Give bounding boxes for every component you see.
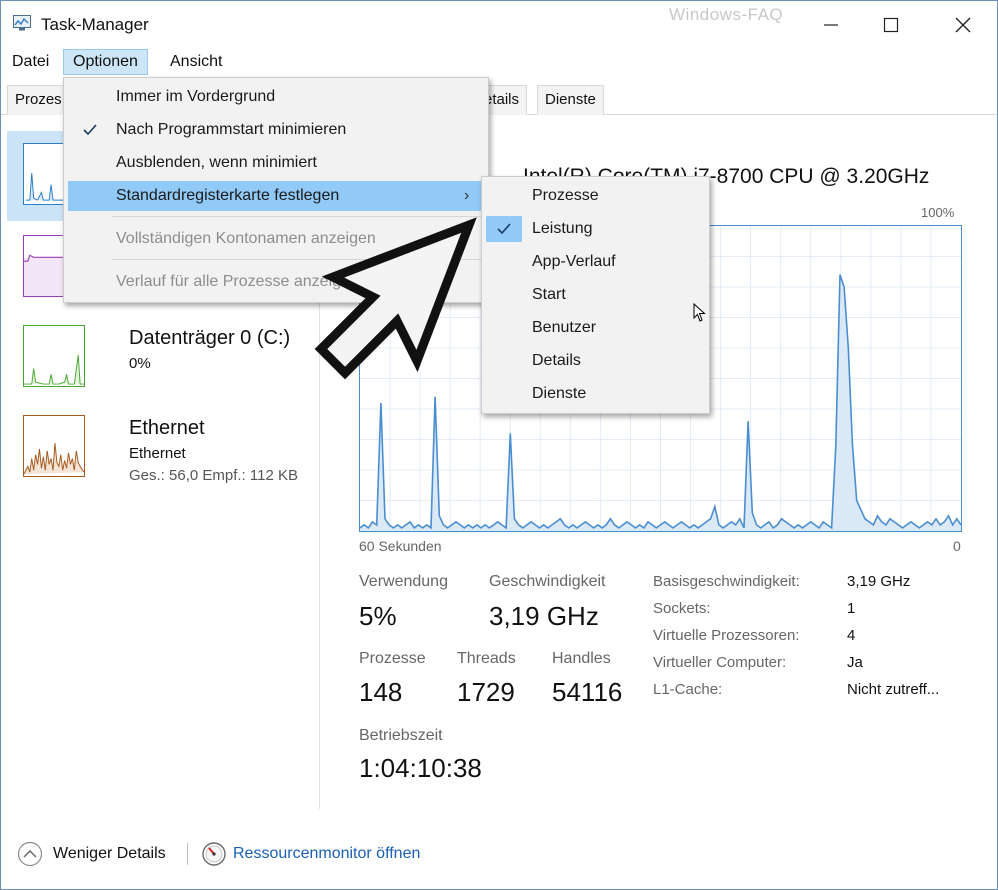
submenu-item-label: Details (532, 352, 581, 369)
chevron-right-icon: › (464, 187, 470, 204)
info-label-virtual-processors: Virtuelle Prozessoren: (653, 627, 800, 644)
menu-ansicht[interactable]: Ansicht (161, 49, 231, 75)
menu-item-label: Ausblenden, wenn minimiert (116, 154, 317, 171)
submenu-item-details[interactable]: Details (486, 346, 707, 376)
usage-label: Verwendung (359, 573, 448, 590)
menu-item-always-on-top[interactable]: Immer im Vordergrund (68, 82, 484, 112)
footer-divider (187, 843, 188, 865)
submenu-item-users[interactable]: Benutzer (486, 313, 707, 343)
submenu-item-processes[interactable]: Prozesse (486, 181, 707, 211)
info-value-virtual-processors: 4 (847, 627, 856, 644)
info-label-base-speed: Basisgeschwindigkeit: (653, 573, 800, 590)
processes-label: Prozesse (359, 650, 426, 667)
info-label-sockets: Sockets: (653, 600, 711, 617)
tab-processes[interactable]: Prozes (7, 85, 70, 115)
default-tab-submenu: Prozesse Leistung App-Verlauf Start Benu… (481, 176, 710, 414)
checkmark-icon (83, 124, 97, 136)
graph-max-label: 100% (921, 205, 955, 220)
less-details-link[interactable]: Weniger Details (53, 845, 166, 863)
speed-value: 3,19 GHz (489, 601, 599, 631)
menu-item-label: Nach Programmstart minimieren (116, 121, 347, 138)
graph-time-label: 60 Sekunden (359, 538, 442, 554)
info-value-sockets: 1 (847, 600, 856, 617)
info-value-l1-cache: Nicht zutreff... (847, 681, 940, 698)
info-value-virtual-machine: Ja (847, 654, 863, 671)
ethernet-thumbnail-graph (23, 415, 85, 477)
threads-value: 1729 (457, 677, 515, 707)
close-icon (955, 17, 971, 33)
minimize-button[interactable] (809, 9, 853, 41)
checkmark-icon (497, 223, 511, 235)
annotation-arrow-icon (314, 217, 477, 380)
submenu-item-label: Dienste (532, 385, 587, 402)
uptime-value: 1:04:10:38 (359, 753, 482, 783)
menu-item-label: Immer im Vordergrund (116, 88, 276, 105)
maximize-icon (883, 17, 899, 33)
menu-bar: Datei Optionen Ansicht (1, 47, 997, 77)
submenu-item-services[interactable]: Dienste (486, 379, 707, 409)
disk-title: Datenträger 0 (C:) (129, 327, 291, 349)
menu-datei[interactable]: Datei (3, 49, 58, 75)
disk-usage: 0% (129, 355, 151, 372)
threads-label: Threads (457, 650, 516, 667)
watermark: Windows-FAQ (669, 5, 784, 24)
maximize-button[interactable] (869, 9, 913, 41)
speed-label: Geschwindigkeit (489, 573, 606, 590)
handles-value: 54116 (552, 677, 623, 707)
chevron-up-circle-icon[interactable] (17, 841, 43, 867)
uptime-label: Betriebszeit (359, 727, 443, 744)
info-label-virtual-machine: Virtueller Computer: (653, 654, 787, 671)
menu-item-hide-when-minimized[interactable]: Ausblenden, wenn minimiert (68, 148, 484, 178)
submenu-item-app-history[interactable]: App-Verlauf (486, 247, 707, 277)
usage-value: 5% (359, 601, 397, 631)
handles-label: Handles (552, 650, 611, 667)
menu-item-label: Standardregisterkarte festlegen (116, 187, 340, 204)
menu-item-minimize-on-use[interactable]: Nach Programmstart minimieren (68, 115, 484, 145)
info-label-l1-cache: L1-Cache: (653, 681, 723, 698)
footer: Weniger Details Ressourcenmonitor öffnen (1, 821, 997, 889)
window-title: Task-Manager (41, 15, 149, 34)
title-bar[interactable]: Task-Manager Windows-FAQ (1, 1, 997, 47)
info-value-base-speed: 3,19 GHz (847, 573, 911, 590)
submenu-item-label: App-Verlauf (532, 253, 616, 270)
tab-services[interactable]: Dienste (537, 85, 604, 115)
resource-monitor-icon[interactable] (201, 841, 227, 867)
submenu-item-label: Leistung (532, 220, 593, 237)
checked-indicator (486, 216, 522, 242)
sidebar-item-ethernet[interactable]: Ethernet Ethernet Ges.: 56,0 Empf.: 112 … (7, 403, 319, 493)
submenu-item-label: Start (532, 286, 566, 303)
sidebar-item-disk[interactable]: Datenträger 0 (C:) 0% (7, 313, 319, 403)
mouse-cursor-icon (693, 303, 706, 322)
task-manager-window: Task-Manager Windows-FAQ Datei Optionen … (0, 0, 998, 890)
menu-item-set-default-tab[interactable]: Standardregisterkarte festlegen › (68, 181, 484, 211)
minimize-icon (824, 24, 838, 26)
resource-monitor-link[interactable]: Ressourcenmonitor öffnen (233, 845, 420, 863)
menu-optionen[interactable]: Optionen (63, 49, 148, 75)
submenu-item-startup[interactable]: Start (486, 280, 707, 310)
graph-zero-label: 0 (953, 538, 961, 554)
processes-value: 148 (359, 677, 403, 707)
submenu-item-performance[interactable]: Leistung (486, 214, 707, 244)
submenu-item-label: Prozesse (532, 187, 599, 204)
ethernet-throughput: Ges.: 56,0 Empf.: 112 KB (129, 467, 298, 484)
disk-thumbnail-graph (23, 325, 85, 387)
close-button[interactable] (941, 9, 985, 41)
task-manager-icon (13, 15, 31, 31)
ethernet-subtitle: Ethernet (129, 445, 186, 462)
submenu-item-label: Benutzer (532, 319, 597, 336)
ethernet-title: Ethernet (129, 417, 205, 439)
